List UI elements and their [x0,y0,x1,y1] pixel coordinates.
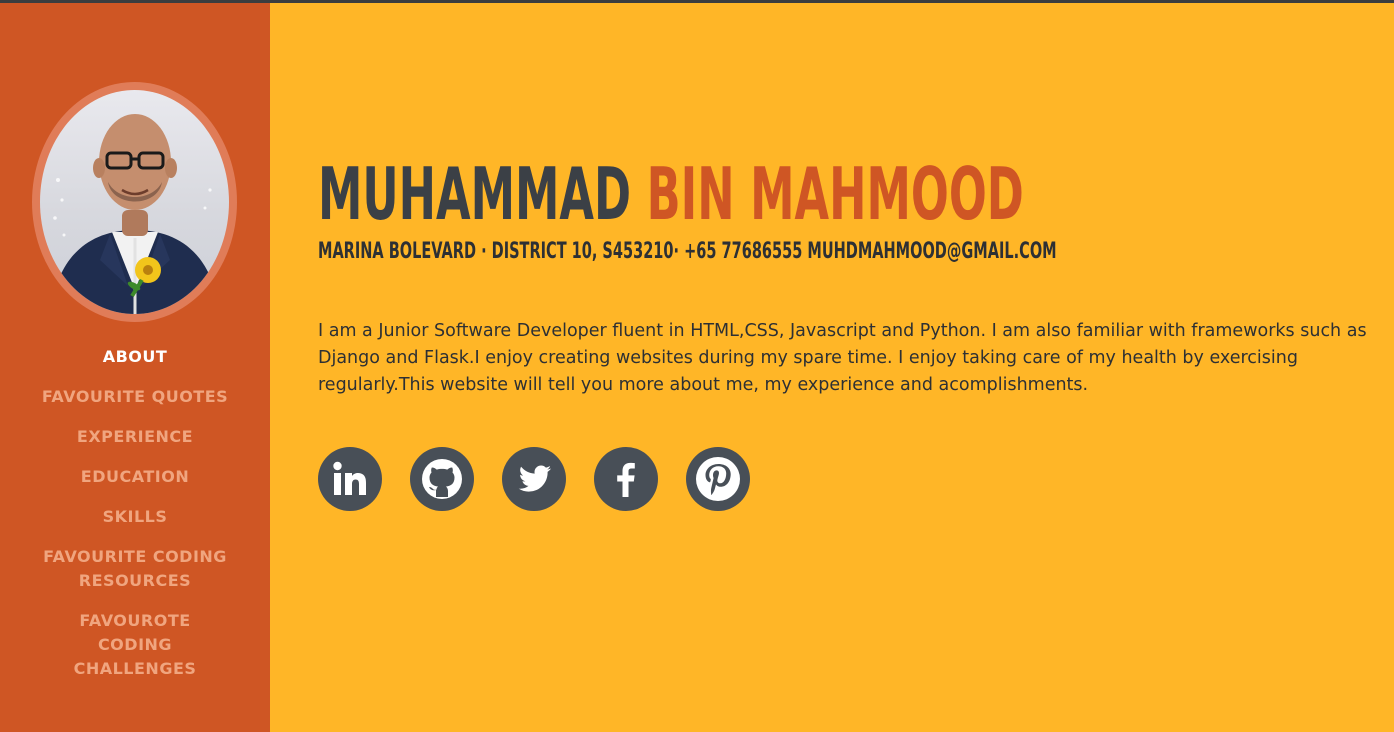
avatar [32,82,237,322]
social-links [318,447,750,511]
twitter-link[interactable] [502,447,566,511]
sidebar: ABOUT FAVOURITE QUOTES EXPERIENCE EDUCAT… [0,3,270,732]
nav-item-about[interactable]: ABOUT [0,345,270,369]
page-title: MUHAMMAD BIN MAHMOOD [318,152,1024,236]
github-icon [422,459,462,499]
pinterest-link[interactable] [686,447,750,511]
facebook-link[interactable] [594,447,658,511]
nav-item-favourite-quotes[interactable]: FAVOURITE QUOTES [0,385,270,409]
contact-info: MARINA BOLEVARD · DISTRICT 10, S453210· … [318,239,1057,264]
profile-photo [40,90,229,314]
nav-item-favourote-coding-challenges[interactable]: FAVOUROTE CODING CHALLENGES [0,609,270,681]
nav-item-favourite-coding-resources[interactable]: FAVOURITE CODING RESOURCES [0,545,270,593]
twitter-icon [518,465,551,492]
main-content: MUHAMMAD BIN MAHMOOD MARINA BOLEVARD · D… [318,0,1378,732]
nav-item-skills[interactable]: SKILLS [0,505,270,529]
linkedin-link[interactable] [318,447,382,511]
github-link[interactable] [410,447,474,511]
facebook-icon [617,462,635,497]
nav-item-experience[interactable]: EXPERIENCE [0,425,270,449]
first-name: MUHAMMAD [318,152,632,236]
bio-text: I am a Junior Software Developer fluent … [318,321,1367,395]
linkedin-icon [333,461,366,495]
profile-photo-illustration [50,114,220,314]
nav-item-education[interactable]: EDUCATION [0,465,270,489]
pinterest-icon [696,457,740,501]
last-name: BIN MAHMOOD [646,152,1024,236]
